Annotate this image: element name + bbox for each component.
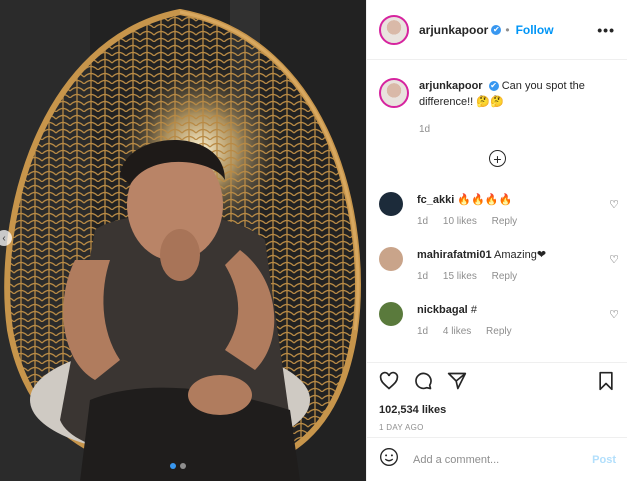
comment-text: #	[470, 304, 477, 316]
comment-reply-button[interactable]: Reply	[492, 216, 518, 227]
verified-badge-icon: ✔	[491, 24, 502, 35]
comment-input[interactable]	[411, 452, 593, 467]
caption-username[interactable]: arjunkapoor	[419, 80, 483, 92]
caption-time: 1d	[419, 124, 431, 135]
more-options-icon[interactable]: •••	[597, 22, 615, 38]
comment-like-heart-icon[interactable]: ♡	[609, 308, 619, 321]
comment-item: mahirafatmi01 Amazing❤ 1d 15 likes Reply…	[379, 247, 619, 285]
post-header: arjunkapoor ✔ • Follow •••	[367, 0, 627, 60]
comment-likes[interactable]: 10 likes	[443, 216, 477, 227]
post-comment-button[interactable]: Post	[592, 454, 616, 466]
comment-reply-button[interactable]: Reply	[492, 271, 518, 282]
follow-button[interactable]: Follow	[516, 23, 554, 37]
bookmark-icon[interactable]	[596, 371, 616, 396]
comment-item: nickbagal # 1d 4 likes Reply ♡	[379, 302, 619, 340]
post-image	[0, 0, 366, 481]
comment-likes[interactable]: 4 likes	[443, 326, 471, 337]
load-more-comments-button[interactable]: +	[489, 150, 506, 167]
comment-like-heart-icon[interactable]: ♡	[609, 198, 619, 211]
comment-time: 1d	[417, 216, 429, 227]
comment-username[interactable]: fc_akki	[417, 194, 454, 206]
verified-badge-icon: ✔	[488, 81, 499, 92]
comment-username[interactable]: nickbagal	[417, 304, 468, 316]
heart-icon[interactable]	[379, 371, 399, 396]
comment-reply-button[interactable]: Reply	[486, 326, 512, 337]
comment-time: 1d	[417, 271, 429, 282]
chevron-left-icon: ‹	[2, 232, 6, 244]
comment-item: fc_akki 🔥🔥🔥🔥 1d 10 likes Reply ♡	[379, 192, 619, 230]
carousel-indicator	[170, 463, 186, 469]
carousel-dot-active	[170, 463, 176, 469]
commenter-avatar[interactable]	[379, 247, 403, 271]
share-icon[interactable]	[447, 371, 467, 396]
carousel-dot	[180, 463, 186, 469]
plus-circle-icon: +	[493, 150, 502, 167]
comment-time: 1d	[417, 326, 429, 337]
author-username[interactable]: arjunkapoor	[419, 23, 488, 37]
caption-avatar[interactable]	[379, 78, 409, 108]
comment-like-heart-icon[interactable]: ♡	[609, 253, 619, 266]
comment-text: 🔥🔥🔥🔥	[457, 194, 513, 206]
emoji-icon[interactable]	[379, 447, 399, 472]
comment-username[interactable]: mahirafatmi01	[417, 249, 492, 261]
author-avatar[interactable]	[379, 14, 409, 45]
separator-dot: •	[505, 22, 510, 37]
post-photo[interactable]: ‹	[0, 0, 366, 481]
post-caption: arjunkapoor ✔ Can you spot the differenc…	[379, 78, 615, 138]
comment-icon[interactable]	[413, 371, 433, 396]
add-comment-bar: Post	[367, 437, 627, 481]
post-date: 1 DAY AGO	[379, 423, 424, 432]
likes-count[interactable]: 102,534 likes	[379, 404, 616, 416]
post-sidebar: arjunkapoor ✔ • Follow ••• arjunkapoor ✔…	[366, 0, 627, 481]
commenter-avatar[interactable]	[379, 192, 403, 216]
commenter-avatar[interactable]	[379, 302, 403, 326]
comment-likes[interactable]: 15 likes	[443, 271, 477, 282]
comment-text: Amazing❤	[494, 249, 547, 261]
post-actions: 102,534 likes 1 DAY AGO	[367, 362, 627, 440]
